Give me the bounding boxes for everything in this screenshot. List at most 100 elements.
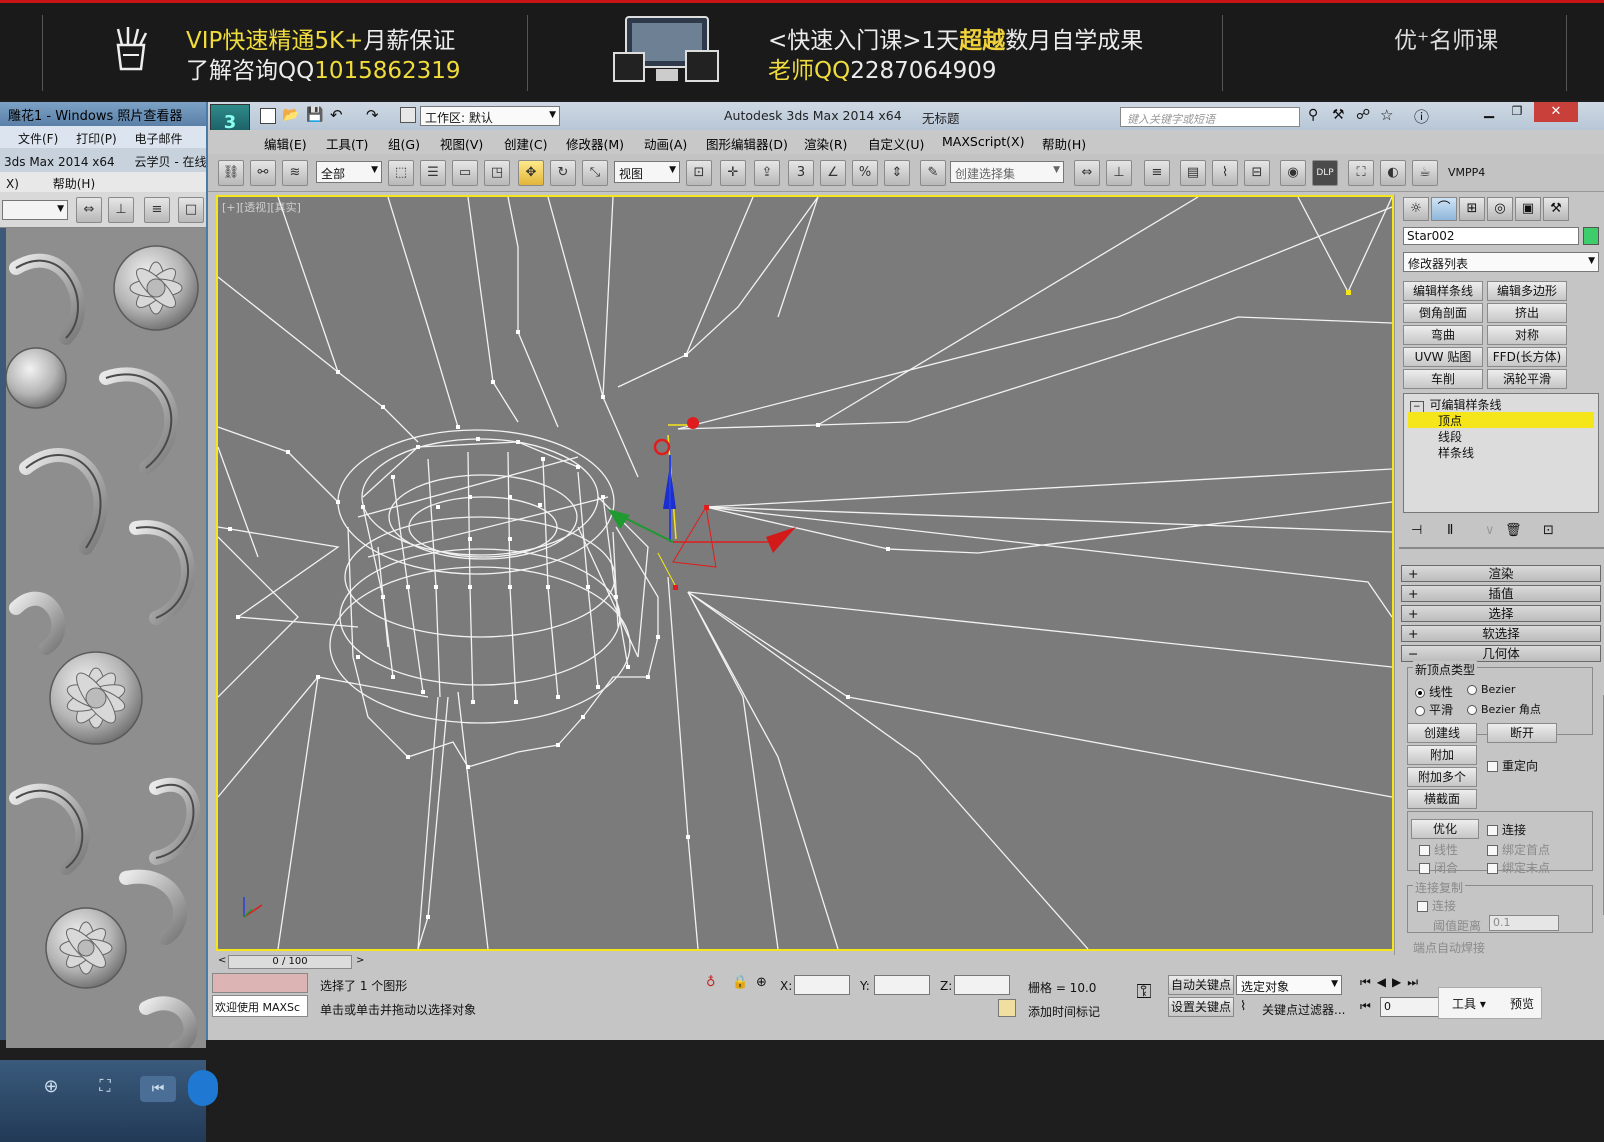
stack-item-vertex[interactable]: 顶点 — [1408, 412, 1594, 428]
turbosmooth-button[interactable]: 涡轮平滑 — [1487, 369, 1567, 389]
break-button[interactable]: 断开 — [1487, 723, 1557, 743]
menu-rendering[interactable]: 渲染(R) — [804, 134, 847, 153]
time-tag-icon[interactable] — [998, 999, 1016, 1017]
help-icon[interactable]: ⓘ — [1414, 106, 1429, 127]
attach-button[interactable]: 附加 — [1407, 745, 1477, 765]
cross-section-button[interactable]: 横截面 — [1407, 789, 1477, 809]
pv-menu-print[interactable]: 打印(P) — [76, 132, 117, 146]
key-filters-button[interactable]: 关键点过滤器... — [1262, 1001, 1345, 1018]
render-setup-icon[interactable]: DLP — [1312, 160, 1338, 186]
actual-size-icon[interactable]: ⛶ — [90, 1076, 120, 1102]
key-filters-icon[interactable]: ⌇ — [1240, 999, 1246, 1014]
radio-linear[interactable]: 线性 — [1415, 683, 1453, 700]
menu-modifiers[interactable]: 修改器(M) — [566, 134, 624, 153]
linear-checkbox[interactable]: 线性 — [1419, 841, 1458, 858]
close-icon[interactable]: ✕ — [1534, 102, 1578, 122]
keyboard-override-icon[interactable]: ⇪ — [754, 160, 780, 186]
reorient-checkbox[interactable]: 重定向 — [1487, 757, 1538, 774]
reference-coord-dropdown[interactable]: 视图 ▼ — [614, 161, 680, 183]
lathe-button[interactable]: 车削 — [1403, 369, 1483, 389]
move-icon[interactable]: ✥ — [518, 160, 544, 186]
teapot-render-icon[interactable]: ☕ — [1412, 160, 1438, 186]
scale-icon[interactable]: ⤡ — [582, 160, 608, 186]
lock-selection-icon[interactable]: 🔒 — [732, 975, 748, 990]
mirror-icon[interactable]: ⇔ — [1074, 160, 1100, 186]
rollout-interpolation[interactable]: + 插值 — [1401, 585, 1601, 602]
rollout-rendering[interactable]: + 渲染 — [1401, 565, 1601, 582]
menu-help[interactable]: 帮助(H) — [1042, 134, 1086, 153]
selection-filter-dropdown[interactable]: 全部 ▼ — [316, 161, 382, 183]
previous-icon[interactable]: ⏮ — [140, 1076, 176, 1102]
mirror-icon[interactable]: ⇔ — [76, 197, 102, 223]
select-by-name-icon[interactable]: ☰ — [420, 160, 446, 186]
pv-menu2-help[interactable]: 帮助(H) — [53, 177, 95, 191]
rect-selection-icon[interactable]: ▭ — [452, 160, 478, 186]
bind-first-checkbox[interactable]: 绑定首点 — [1487, 841, 1550, 858]
align-icon[interactable]: ⊥ — [108, 197, 134, 223]
ffd-box-button[interactable]: FFD(长方体) — [1487, 347, 1567, 367]
z-coordinate-field[interactable] — [954, 975, 1010, 995]
preview-button[interactable]: 预览 — [1510, 995, 1534, 1012]
open-file-icon[interactable]: 📂 — [282, 107, 299, 123]
pv-tab-3dsmax[interactable]: 3ds Max 2014 x64 — [4, 155, 115, 169]
time-slider[interactable]: 0 / 100 — [228, 955, 352, 969]
select-link-icon[interactable]: ⛓ — [218, 160, 244, 186]
binoculars-icon[interactable]: ⚲ — [1308, 107, 1318, 123]
menu-group[interactable]: 组(G) — [388, 134, 420, 153]
object-color-swatch[interactable] — [1583, 227, 1599, 245]
edit-named-selection-icon[interactable]: ✎ — [920, 160, 946, 186]
maxscript-welcome[interactable]: 欢迎使用 MAXSc — [212, 995, 308, 1017]
project-folder-icon[interactable] — [400, 107, 416, 123]
pv-tab-cloud[interactable]: 云学贝 - 在线 — [135, 155, 207, 169]
auto-key-button[interactable]: 自动关键点 — [1168, 975, 1234, 995]
angle-snap-icon[interactable]: ∠ — [820, 160, 846, 186]
rollout-selection[interactable]: + 选择 — [1401, 605, 1601, 622]
set-key-button[interactable]: 设置关键点 — [1168, 997, 1234, 1017]
restore-icon[interactable]: ❐ — [1504, 104, 1530, 122]
uvw-map-button[interactable]: UVW 贴图 — [1403, 347, 1483, 367]
minimize-icon[interactable]: ▁ — [1476, 104, 1502, 122]
radio-bezier[interactable]: Bezier — [1467, 683, 1515, 696]
attach-multiple-button[interactable]: 附加多个 — [1407, 767, 1477, 787]
menu-edit[interactable]: 编辑(E) — [264, 134, 307, 153]
material-editor-icon[interactable]: ◉ — [1280, 160, 1306, 186]
window-crossing-icon[interactable]: ◳ — [484, 160, 510, 186]
remove-modifier-icon[interactable]: 🗑 — [1505, 523, 1522, 538]
pv-menu-file[interactable]: 文件(F) — [18, 132, 58, 146]
isolate-selection-icon[interactable]: ♁ — [706, 975, 716, 990]
hierarchy-tab-icon[interactable]: ⊞ — [1459, 197, 1485, 221]
motion-tab-icon[interactable]: ◎ — [1487, 197, 1513, 221]
bevel-profile-button[interactable]: 倒角剖面 — [1403, 303, 1483, 323]
photo-viewer-title[interactable]: 雕花1 - Windows 照片查看器 — [0, 102, 206, 126]
menu-graph-editors[interactable]: 图形编辑器(D) — [706, 134, 788, 153]
workspace-dropdown[interactable]: 工作区: 默认 ▼ — [420, 106, 560, 126]
layer-manager-icon[interactable]: ≡ — [1144, 160, 1170, 186]
create-line-button[interactable]: 创建线 — [1407, 723, 1477, 743]
radio-smooth[interactable]: 平滑 — [1415, 701, 1453, 718]
percent-snap-icon[interactable]: % — [852, 160, 878, 186]
connect-copy-checkbox[interactable]: 连接 — [1417, 897, 1456, 914]
absolute-mode-icon[interactable]: ⊕ — [756, 975, 767, 990]
create-tab-icon[interactable]: ☼ — [1403, 197, 1429, 221]
graphite-toggle-icon[interactable]: ▤ — [1180, 160, 1206, 186]
search-input[interactable]: 键入关键字或短语 — [1120, 107, 1300, 127]
menu-maxscript[interactable]: MAXScript(X) — [942, 134, 1024, 149]
named-selection-dropdown[interactable]: 创建选择集 ▼ — [950, 161, 1064, 183]
redo-icon[interactable]: ↷ — [366, 106, 379, 124]
refine-button[interactable]: 优化 — [1411, 819, 1479, 839]
symmetry-button[interactable]: 对称 — [1487, 325, 1567, 345]
menu-tools[interactable]: 工具(T) — [326, 134, 368, 153]
extrude-button[interactable]: 挤出 — [1487, 303, 1567, 323]
select-object-icon[interactable]: ⬚ — [388, 160, 414, 186]
undo-icon[interactable]: ↶ — [330, 106, 343, 124]
zoom-icon[interactable]: ⊕ — [36, 1076, 66, 1102]
align-icon[interactable]: ⊥ — [1106, 160, 1132, 186]
pv-dropdown[interactable]: ▼ — [2, 200, 68, 220]
curve-editor-icon[interactable]: ⌇ — [1212, 160, 1238, 186]
connect-checkbox[interactable]: 连接 — [1487, 821, 1526, 838]
selected-object-dropdown[interactable]: 选定对象 ▼ — [1236, 975, 1342, 995]
edit-spline-button[interactable]: 编辑样条线 — [1403, 281, 1483, 301]
display-tab-icon[interactable]: ▣ — [1515, 197, 1541, 221]
tools-button[interactable]: 工具 ▾ — [1452, 995, 1486, 1012]
pv-menu2-x[interactable]: X) — [6, 177, 19, 191]
